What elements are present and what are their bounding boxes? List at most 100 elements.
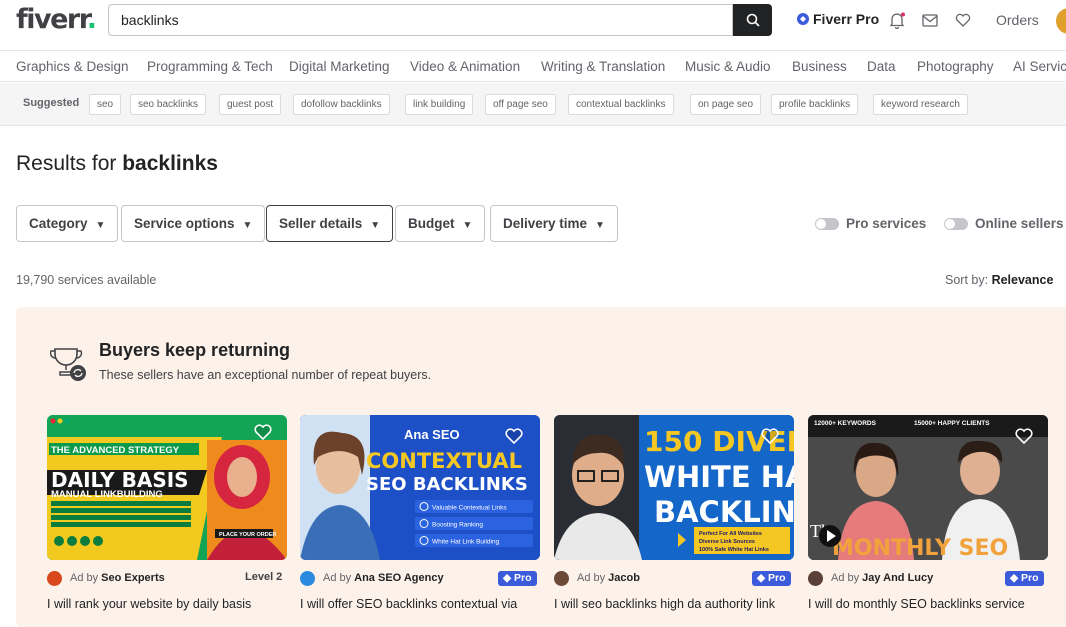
seller-name[interactable]: Ana SEO Agency [354,572,443,584]
gig-image-text: BACKLINKS [654,495,794,529]
category-photography[interactable]: Photography [917,59,994,74]
gig-image-text: MANUAL LINKBUILDING [51,489,163,500]
services-count: 19,790 services available [16,273,157,287]
suggested-bar: Suggested seo seo backlinks guest post d… [0,83,1066,126]
gig-image[interactable]: Ana SEO CONTEXTUAL SEO BACKLINKS Valuabl… [300,415,540,560]
pro-services-label: Pro services [846,216,927,231]
filter-label: Budget [408,216,455,231]
category-ai-services[interactable]: AI Servic [1013,59,1066,74]
favorite-heart-icon[interactable] [504,427,524,445]
filter-seller-details[interactable]: Seller details ▼ [266,205,394,242]
filter-label: Category [29,216,88,231]
suggested-chip[interactable]: contextual backlinks [568,94,674,115]
favorite-heart-icon[interactable] [760,427,780,445]
category-graphics-design[interactable]: Graphics & Design [16,59,129,74]
online-sellers-toggle[interactable] [944,218,968,230]
gig-image[interactable]: 150 DIVERSE WHITE HAT BACKLINKS Perfect … [554,415,794,560]
gig-title[interactable]: I will seo backlinks high da authority l… [554,597,775,611]
suggested-chip[interactable]: keyword research [873,94,968,115]
trophy-icon [50,348,86,381]
gig-title[interactable]: I will do monthly SEO backlinks service [808,597,1025,611]
pro-services-toggle[interactable] [815,218,839,230]
seller-avatar[interactable] [300,570,315,586]
seller-info: Ad by Jay And Lucy [808,570,933,586]
gig-image-text: 15000+ HAPPY CLIENTS [914,420,990,427]
gig-thumbnail-art: THE ADVANCED STRATEGY DAILY BASIS MANUAL… [47,415,287,560]
filter-category[interactable]: Category ▼ [16,205,119,242]
pro-badge: ◆ Pro [498,571,537,586]
seller-name[interactable]: Seo Experts [101,572,165,584]
seller-name[interactable]: Jacob [608,572,640,584]
notifications-bell-icon[interactable] [887,10,907,30]
gig-image-text: Ana SEO [404,427,460,442]
gig-image-text: 100% Safe White Hat Links [699,547,769,553]
gig-image-text: Diverse Link Sources [699,539,755,545]
gig-title[interactable]: I will rank your website by daily basis [47,597,251,611]
user-avatar[interactable] [1056,8,1066,34]
chevron-down-icon: ▼ [242,220,253,231]
seller-info: Ad by Ana SEO Agency [300,570,444,586]
seller-name[interactable]: Jay And Lucy [862,572,933,584]
gig-image-text: 12000+ KEYWORDS [814,420,877,427]
category-video-animation[interactable]: Video & Animation [410,59,520,74]
gig-image-text: Valuable Contextual Links [432,505,507,512]
chevron-down-icon: ▼ [595,220,605,231]
chevron-down-icon: ▼ [95,220,106,231]
suggested-chip[interactable]: off page seo [485,94,556,115]
gig-image-text: White Hat Link Building [432,539,500,546]
category-writing-translation[interactable]: Writing & Translation [541,59,665,74]
gig-image[interactable]: THE ADVANCED STRATEGY DAILY BASIS MANUAL… [47,415,287,560]
messages-mail-icon[interactable] [920,10,940,30]
gig-image-text: SEO BACKLINKS [366,474,528,495]
sort-by-dropdown[interactable]: Sort by: Relevance [945,273,1053,287]
category-business[interactable]: Business [792,59,847,74]
filter-budget[interactable]: Budget ▼ [395,205,486,242]
category-digital-marketing[interactable]: Digital Marketing [289,59,390,74]
suggested-chip[interactable]: profile backlinks [771,94,859,115]
suggested-chip[interactable]: seo backlinks [130,94,207,115]
ad-label: Ad by [831,572,860,584]
gig-thumbnail-art: 12000+ KEYWORDS 15000+ HAPPY CLIENTS The… [808,415,1048,560]
filter-label: Service options [134,216,235,231]
favorite-heart-icon[interactable] [253,423,273,441]
chevron-down-icon: ▼ [462,220,473,231]
results-prefix: Results for [16,152,123,175]
gig-title[interactable]: I will offer SEO backlinks contextual vi… [300,597,517,611]
ad-label: Ad by [577,572,606,584]
filter-label: Seller details [279,216,363,231]
gig-image-text: WHITE HAT [644,460,794,494]
chevron-down-icon: ▼ [370,220,381,231]
seller-avatar[interactable] [554,570,569,586]
suggested-chip[interactable]: seo [89,94,122,115]
suggested-chip[interactable]: dofollow backlinks [293,94,390,115]
search-input[interactable]: backlinks [108,4,733,36]
online-sellers-label: Online sellers [975,216,1064,231]
favorites-heart-icon[interactable] [953,10,973,30]
filter-delivery-time[interactable]: Delivery time ▼ [490,205,618,242]
fiverr-pro-link[interactable]: Fiverr Pro [797,11,879,27]
category-data[interactable]: Data [867,59,896,74]
pro-diamond-icon [797,13,809,25]
suggested-chip[interactable]: on page seo [690,94,762,115]
pro-badge: ◆ Pro [1005,571,1044,586]
filter-service-options[interactable]: Service options ▼ [121,205,266,242]
fiverr-logo[interactable]: fiverr. [16,4,97,35]
search-button[interactable] [733,4,772,36]
gig-image-text: MONTHLY SEO [832,536,1008,560]
favorite-heart-icon[interactable] [1014,427,1034,445]
seller-avatar[interactable] [808,570,823,586]
gig-image-text: Boosting Ranking [432,522,483,529]
category-music-audio[interactable]: Music & Audio [685,59,771,74]
top-header: fiverr. backlinks Fiverr Pro Orders [0,0,1066,42]
suggested-chip[interactable]: link building [405,94,474,115]
panel-title: Buyers keep returning [99,340,291,360]
orders-link[interactable]: Orders [996,12,1039,28]
sort-label: Sort by: [945,273,989,287]
suggested-chip[interactable]: guest post [219,94,282,115]
logo-dot: . [86,4,97,35]
category-programming-tech[interactable]: Programming & Tech [147,59,273,74]
gig-image[interactable]: 12000+ KEYWORDS 15000+ HAPPY CLIENTS The… [808,415,1048,560]
seller-avatar[interactable] [47,570,62,586]
filter-label: Delivery time [503,216,588,231]
gig-image-text: PLACE YOUR ORDER [219,532,276,538]
